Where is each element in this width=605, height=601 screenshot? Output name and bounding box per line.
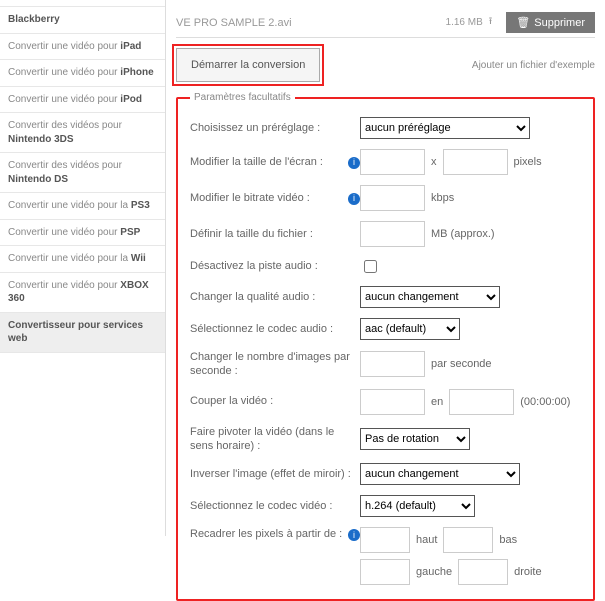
sidebar-item-web[interactable]: Convertisseur pour services web: [0, 312, 165, 353]
mirror-select[interactable]: aucun changement: [360, 463, 520, 485]
sidebar-item-blackberry[interactable]: Blackberry: [0, 6, 165, 33]
start-conversion-button[interactable]: Démarrer la conversion: [176, 48, 320, 82]
upload-icon: ⭱: [489, 14, 493, 31]
file-row: VE PRO SAMPLE 2.avi 1.16 MB⭱ 🗑Supprimer: [176, 8, 595, 38]
delete-button[interactable]: 🗑Supprimer: [506, 12, 595, 33]
info-icon[interactable]: i: [348, 193, 360, 205]
video-codec-select[interactable]: h.264 (default): [360, 495, 475, 517]
sidebar-item-ipod[interactable]: Convertir une vidéo pour iPod: [0, 86, 165, 113]
sidebar-item-ps3[interactable]: Convertir une vidéo pour la PS3: [0, 192, 165, 219]
sidebar-item-3ds[interactable]: Convertir des vidéos pour Nintendo 3DS: [0, 112, 165, 152]
file-size: 1.16 MB⭱: [446, 14, 493, 31]
width-input[interactable]: [360, 149, 425, 175]
sidebar: Blackberry Convertir une vidéo pour iPad…: [0, 0, 166, 536]
cut-start-input[interactable]: [360, 389, 425, 415]
optional-settings: Paramètres facultatifs Choisissez un pré…: [176, 92, 595, 601]
sidebar-item-iphone[interactable]: Convertir une vidéo pour iPhone: [0, 59, 165, 86]
crop-bottom-input[interactable]: [443, 527, 493, 553]
sidebar-item-psp[interactable]: Convertir une vidéo pour PSP: [0, 219, 165, 246]
crop-right-input[interactable]: [458, 559, 508, 585]
legend: Paramètres facultatifs: [190, 92, 295, 103]
preset-select[interactable]: aucun préréglage: [360, 117, 530, 139]
sidebar-item-xbox[interactable]: Convertir une vidéo pour XBOX 360: [0, 272, 165, 312]
sidebar-item-ipad[interactable]: Convertir une vidéo pour iPad: [0, 33, 165, 60]
sidebar-item-ds[interactable]: Convertir des vidéos pour Nintendo DS: [0, 152, 165, 192]
disable-audio-checkbox[interactable]: [364, 260, 377, 273]
height-input[interactable]: [443, 149, 508, 175]
info-icon[interactable]: i: [348, 529, 360, 541]
info-icon[interactable]: i: [348, 157, 360, 169]
bitrate-input[interactable]: [360, 185, 425, 211]
audio-quality-select[interactable]: aucun changement: [360, 286, 500, 308]
filesize-input[interactable]: [360, 221, 425, 247]
main-panel: VE PRO SAMPLE 2.avi 1.16 MB⭱ 🗑Supprimer …: [166, 0, 605, 536]
sidebar-item-wii[interactable]: Convertir une vidéo pour la Wii: [0, 245, 165, 272]
rotate-select[interactable]: Pas de rotation: [360, 428, 470, 450]
add-sample-link[interactable]: Ajouter un fichier d'exemple: [472, 60, 595, 71]
cut-end-input[interactable]: [449, 389, 514, 415]
fps-input[interactable]: [360, 351, 425, 377]
crop-left-input[interactable]: [360, 559, 410, 585]
trash-icon: 🗑: [516, 16, 530, 29]
crop-top-input[interactable]: [360, 527, 410, 553]
audio-codec-select[interactable]: aac (default): [360, 318, 460, 340]
file-name: VE PRO SAMPLE 2.avi: [176, 17, 292, 29]
